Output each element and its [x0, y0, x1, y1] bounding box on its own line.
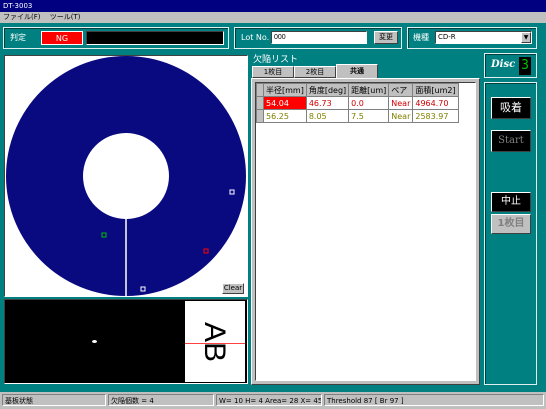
table-cell[interactable]: 4964.70 — [412, 96, 459, 110]
table-cell[interactable]: 8.05 — [305, 109, 350, 123]
table-cell[interactable]: 46.73 — [305, 96, 350, 110]
table-cell[interactable]: Near — [388, 109, 414, 123]
model-group: 機種 CD-R ▼ — [407, 27, 537, 49]
first-disc-button[interactable]: 1枚目 — [491, 214, 531, 234]
disc-indicator: Disc 3 — [484, 53, 537, 78]
clear-button[interactable]: Clear — [222, 283, 244, 294]
status-state: 基板状態 — [2, 394, 106, 406]
table-header-row: 半径[mm] 角度[deg] 距離[um] ペア 面積[um2] — [256, 83, 459, 97]
row-header — [256, 109, 264, 123]
column-header-angle[interactable]: 角度[deg] — [305, 83, 350, 97]
menu-file[interactable]: ファイル(F) — [3, 13, 41, 21]
model-label: 機種 — [413, 33, 429, 42]
defect-table: 半径[mm] 角度[deg] 距離[um] ペア 面積[um2] 54.04 4… — [256, 83, 459, 123]
defect-table-frame: 半径[mm] 角度[deg] 距離[um] ペア 面積[um2] 54.04 4… — [255, 82, 476, 381]
defect-preview-panel: AB — [4, 299, 248, 384]
row-header — [256, 96, 264, 110]
table-row[interactable]: 54.04 46.73 0.0 Near 4964.70 — [256, 96, 459, 110]
lot-number-input[interactable] — [271, 31, 367, 44]
defect-spot — [92, 340, 97, 343]
disc-label: Disc — [491, 59, 516, 70]
lot-change-button[interactable]: 変更 — [374, 31, 398, 44]
column-header-distance[interactable]: 距離[um] — [348, 83, 390, 97]
defect-tab-panel: 半径[mm] 角度[deg] 距離[um] ペア 面積[um2] 54.04 4… — [251, 78, 480, 385]
menu-bar: ファイル(F) ツール(T) — [0, 12, 546, 23]
start-button[interactable]: Start — [491, 130, 531, 152]
status-info: W= 10 H= 4 Area= 28 X= 4565 Y= 186 — [216, 394, 322, 406]
judge-label: 判定 — [10, 33, 26, 42]
table-cell[interactable]: 54.04 — [263, 96, 307, 110]
disc-hole — [83, 133, 169, 219]
table-cell[interactable]: 56.25 — [263, 109, 307, 123]
status-defect-count: 欠陥個数 = 4 — [108, 394, 214, 406]
judge-message-box — [86, 31, 224, 45]
menu-tools[interactable]: ツール(T) — [50, 13, 81, 21]
table-cell[interactable]: Near — [388, 96, 414, 110]
disc-map — [6, 56, 246, 296]
defect-list-title: 欠陥リスト — [253, 55, 299, 65]
disc-count: 3 — [519, 57, 531, 75]
row-header-corner — [256, 83, 264, 97]
column-header-area[interactable]: 面積[um2] — [412, 83, 459, 97]
judge-group: 判定 NG — [3, 27, 229, 49]
status-bar: 基板状態 欠陥個数 = 4 W= 10 H= 4 Area= 28 X= 456… — [0, 392, 546, 409]
table-cell[interactable]: 2583.97 — [412, 109, 459, 123]
table-cell[interactable]: 7.5 — [348, 109, 390, 123]
status-threshold: Threshold 87 [ Br 97 ] — [324, 394, 544, 406]
disc-map-panel: Clear — [4, 55, 248, 297]
control-panel: 吸着 Start 中止 1枚目 — [484, 82, 537, 385]
table-row[interactable]: 56.25 8.05 7.5 Near 2583.97 — [256, 109, 459, 123]
column-header-pair[interactable]: ペア — [388, 83, 414, 97]
table-cell[interactable]: 0.0 — [348, 96, 390, 110]
window-title: DT-3003 — [3, 2, 33, 10]
title-bar: DT-3003 — [0, 0, 546, 12]
model-select[interactable]: CD-R ▼ — [435, 31, 532, 44]
preview-image: AB — [185, 301, 245, 382]
suction-button[interactable]: 吸着 — [491, 97, 531, 119]
judge-result: NG — [41, 31, 83, 45]
model-select-value: CD-R — [438, 33, 456, 41]
column-header-radius[interactable]: 半径[mm] — [263, 83, 307, 97]
preview-text: AB — [198, 321, 232, 363]
lot-label: Lot No. — [241, 33, 270, 42]
tab-first-disc[interactable]: 1枚目 — [252, 66, 294, 78]
chevron-down-icon[interactable]: ▼ — [521, 32, 531, 43]
stop-button[interactable]: 中止 — [491, 192, 531, 212]
tab-second-disc[interactable]: 2枚目 — [294, 66, 336, 78]
tab-common[interactable]: 共通 — [336, 64, 378, 78]
lot-group: Lot No. 変更 — [234, 27, 402, 49]
